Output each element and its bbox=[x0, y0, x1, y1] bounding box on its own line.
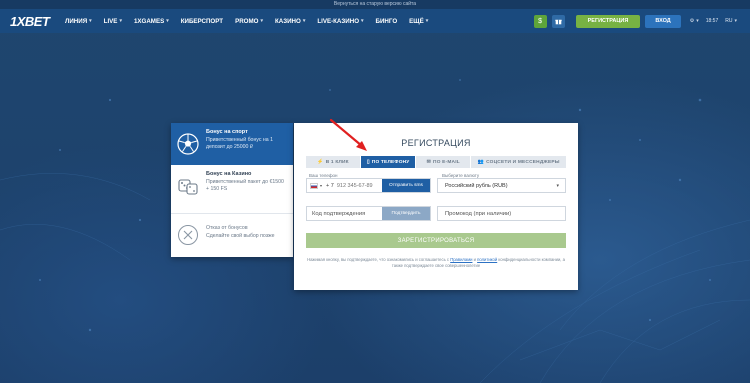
chevron-down-icon: ▾ bbox=[361, 18, 364, 24]
dollar-icon[interactable]: $ bbox=[533, 14, 547, 28]
nav-label: ЛИНИЯ bbox=[65, 17, 88, 25]
rules-link[interactable]: Правилами bbox=[450, 257, 472, 262]
bonus-casino-title: Бонус на Казино bbox=[206, 171, 252, 177]
registration-tabs: ⚡ В 1 КЛИК ▯ ПО ТЕЛЕФОНУ ✉ ПО E-MAIL 👥 СОЦСЕ… bbox=[306, 156, 567, 168]
tab-label: СОЦСЕТИ И МЕССЕНДЖЕРЫ bbox=[486, 159, 560, 165]
nav-label: БИНГО bbox=[375, 17, 398, 25]
promo-code-field[interactable]: Промокод (при наличии) bbox=[437, 206, 566, 221]
chevron-down-icon: ▾ bbox=[696, 18, 699, 24]
nav-label: КАЗИНО bbox=[274, 17, 301, 25]
currency-value: Российский рубль (RUB) bbox=[445, 182, 508, 189]
soccer-ball-glyph bbox=[177, 133, 199, 155]
login-button[interactable]: ВХОД bbox=[645, 14, 681, 28]
clock: 18:57 bbox=[705, 18, 719, 24]
russia-flag-icon[interactable] bbox=[310, 182, 318, 189]
bonus-option-decline[interactable]: Отказ от бонусов Сделайте свой выбор поз… bbox=[171, 213, 293, 257]
header-actions: $ РЕГИСТРАЦИЯ ВХОД ⚙ ▾ 18:57 RU ▾ bbox=[533, 9, 744, 33]
close-circle-icon bbox=[176, 223, 200, 247]
nav-item-1xgames[interactable]: 1XGAMES ▾ bbox=[134, 18, 169, 25]
bonus-casino-desc: Приветственный пакет до €1500 + 150 FS bbox=[206, 179, 284, 192]
nav-label: ЕЩЁ bbox=[409, 17, 424, 25]
nav-label: LIVE bbox=[103, 17, 118, 25]
tab-label: ПО E-MAIL bbox=[433, 159, 460, 165]
register-button[interactable]: РЕГИСТРАЦИЯ bbox=[575, 14, 641, 28]
nav-item-casino[interactable]: КАЗИНО ▾ bbox=[275, 18, 305, 25]
bonus-panel: Бонус на спорт Приветственный бонус на 1… bbox=[171, 123, 293, 257]
chevron-down-icon: ▾ bbox=[89, 18, 92, 24]
tab-social[interactable]: 👥 СОЦСЕТИ И МЕССЕНДЖЕРЫ bbox=[471, 156, 567, 168]
chevron-down-icon: ▾ bbox=[734, 18, 737, 24]
phone-field[interactable]: ▾ + 7 Отправить sms bbox=[306, 178, 431, 193]
lightning-icon: ⚡ bbox=[317, 159, 324, 165]
nav-item-more[interactable]: ЕЩЁ ▾ bbox=[409, 18, 428, 25]
chevron-down-icon: ▾ bbox=[260, 18, 263, 24]
submit-register-button[interactable]: ЗАРЕГИСТРИРОВАТЬСЯ bbox=[306, 233, 566, 248]
mail-icon: ✉ bbox=[426, 159, 432, 165]
bonus-sport-title: Бонус на спорт bbox=[206, 129, 248, 135]
tab-email[interactable]: ✉ ПО E-MAIL bbox=[416, 156, 471, 168]
confirmation-code-field[interactable]: Код подтверждения Подтвердить bbox=[306, 206, 431, 221]
tab-label: В 1 КЛИК bbox=[325, 159, 349, 165]
tab-one-click[interactable]: ⚡ В 1 КЛИК bbox=[306, 156, 361, 168]
nav-item-live-casino[interactable]: LIVE-КАЗИНО ▾ bbox=[317, 18, 363, 25]
bonus-sport-desc: Приветственный бонус на 1 депозит до 250… bbox=[206, 137, 273, 150]
nav-item-promo[interactable]: PROMO ▾ bbox=[235, 18, 263, 25]
nav-label: КИБЕРСПОРТ bbox=[180, 17, 224, 25]
main-nav: ЛИНИЯ ▾ LIVE ▾ 1XGAMES ▾ КИБЕРСПОРТ PROMO ▾ … bbox=[65, 18, 440, 25]
top-header: 1XBET ЛИНИЯ ▾ LIVE ▾ 1XGAMES ▾ КИБЕРСПОРТ P… bbox=[0, 9, 750, 33]
people-icon: 👥 bbox=[477, 159, 485, 165]
tab-label: ПО ТЕЛЕФОНУ bbox=[371, 159, 410, 165]
registration-title: РЕГИСТРАЦИЯ bbox=[401, 138, 471, 148]
chevron-down-icon: ▾ bbox=[119, 18, 122, 24]
language-label: RU bbox=[725, 18, 733, 24]
close-circle-glyph bbox=[178, 225, 198, 245]
old-version-link[interactable]: Вернуться на старую версию сайта bbox=[0, 0, 750, 9]
gift-icon[interactable] bbox=[551, 14, 565, 28]
promo-placeholder: Промокод (при наличии) bbox=[445, 210, 512, 217]
casino-dice-icon bbox=[176, 174, 200, 198]
soccer-ball-icon bbox=[176, 132, 200, 156]
currency-select[interactable]: Российский рубль (RUB) ▾ bbox=[437, 178, 566, 193]
gear-icon: ⚙ bbox=[689, 18, 695, 24]
bonus-option-casino[interactable]: Бонус на Казино Приветственный пакет до … bbox=[171, 165, 293, 213]
chevron-down-icon: ▾ bbox=[166, 18, 169, 24]
send-sms-button[interactable]: Отправить sms bbox=[382, 179, 430, 192]
phone-icon: ▯ bbox=[366, 159, 370, 165]
terms-prefix: Нажимая кнопку, вы подтверждаете, что оз… bbox=[307, 257, 451, 262]
bonus-option-sport[interactable]: Бонус на спорт Приветственный бонус на 1… bbox=[171, 123, 293, 165]
gift-glyph bbox=[554, 19, 562, 24]
privacy-policy-link[interactable]: политикой bbox=[477, 257, 497, 262]
phone-country-code: + 7 bbox=[326, 182, 334, 189]
nav-label: PROMO bbox=[235, 17, 259, 25]
language-selector[interactable]: RU ▾ bbox=[725, 18, 737, 24]
nav-item-bingo[interactable]: БИНГО bbox=[376, 18, 398, 25]
nav-label: 1XGAMES bbox=[133, 17, 165, 25]
chevron-down-icon: ▾ bbox=[425, 18, 429, 24]
phone-input[interactable] bbox=[336, 182, 373, 189]
code-placeholder: Код подтверждения bbox=[312, 210, 366, 217]
chevron-down-icon: ▾ bbox=[556, 182, 559, 189]
logo[interactable]: 1XBET bbox=[10, 14, 60, 29]
bonus-decline-desc: Сделайте свой выбор позже bbox=[206, 232, 275, 239]
nav-item-line[interactable]: ЛИНИЯ ▾ bbox=[65, 18, 92, 25]
nav-item-esports[interactable]: КИБЕРСПОРТ bbox=[181, 18, 223, 25]
confirm-button[interactable]: Подтвердить bbox=[382, 207, 430, 220]
dice-glyph bbox=[178, 179, 198, 195]
tab-phone[interactable]: ▯ ПО ТЕЛЕФОНУ bbox=[361, 156, 416, 168]
nav-item-live[interactable]: LIVE ▾ bbox=[104, 18, 122, 25]
settings-menu[interactable]: ⚙ ▾ bbox=[690, 18, 699, 24]
chevron-down-icon[interactable]: ▾ bbox=[320, 183, 322, 188]
terms-text: Нажимая кнопку, вы подтверждаете, что оз… bbox=[306, 257, 566, 269]
chevron-down-icon: ▾ bbox=[302, 18, 306, 24]
registration-panel: РЕГИСТРАЦИЯ ⚡ В 1 КЛИК ▯ ПО ТЕЛЕФОНУ ✉ ПО E… bbox=[294, 123, 578, 290]
bonus-decline-title: Отказ от бонусов bbox=[206, 225, 248, 231]
nav-label: LIVE-КАЗИНО bbox=[317, 17, 360, 25]
